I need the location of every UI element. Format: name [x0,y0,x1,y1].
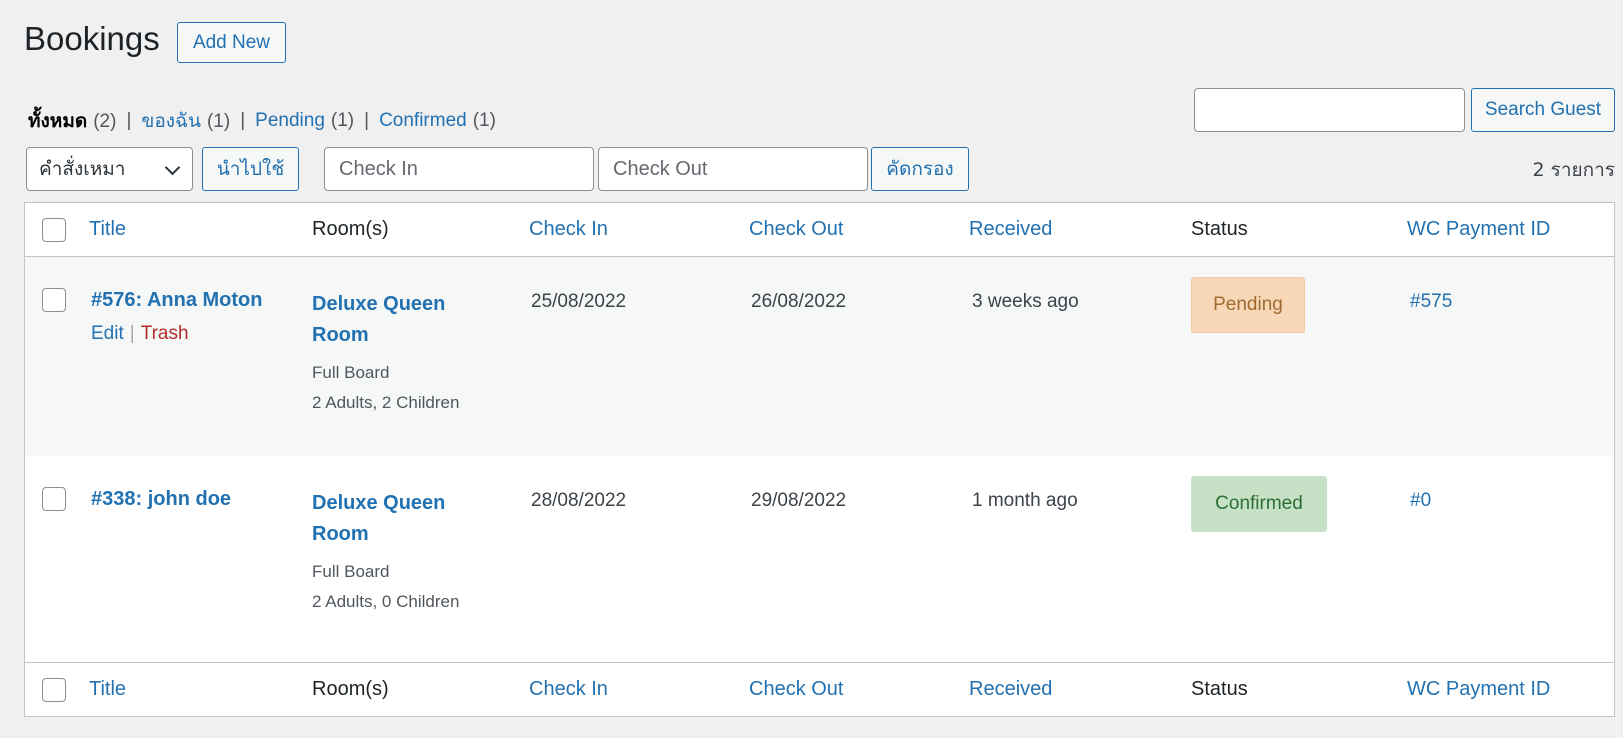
row-checkbox[interactable] [42,487,66,511]
check-in-filter-input[interactable]: Check In [324,147,594,191]
check-out-date: 26/08/2022 [751,291,847,312]
filter-button[interactable]: คัดกรอง [871,147,969,191]
column-status: Status [1191,678,1248,700]
row-actions: Edit | Trash [91,323,189,345]
view-mine[interactable]: ของฉัน (1) [141,106,230,136]
search-guest-button[interactable]: Search Guest [1471,88,1615,132]
board-type: Full Board [312,363,390,382]
check-in-date: 28/08/2022 [531,490,627,511]
check-out-date: 29/08/2022 [751,490,847,511]
bulk-action-selected: คำสั่งเหมา [39,158,126,180]
booking-title-link[interactable]: #576: Anna Moton [91,289,263,312]
table-header: Title Room(s) Check In Check Out Receive… [25,203,1614,257]
room-link[interactable]: Deluxe Queen Room [312,488,482,550]
column-received[interactable]: Received [969,218,1052,241]
table-row: #338: john doe Deluxe Queen Room Full Bo… [25,456,1614,655]
view-separator: | [364,110,370,131]
bulk-action-select[interactable]: คำสั่งเหมา [26,147,193,191]
guest-count: 2 Adults, 2 Children [312,393,460,412]
view-filters: ทั้งหมด (2) | ของฉัน (1) | Pending (1) | Co… [28,106,496,136]
column-check-in[interactable]: Check In [529,218,608,241]
payment-id-link[interactable]: #575 [1410,291,1452,313]
view-pending[interactable]: Pending (1) [255,110,354,132]
view-separator: | [126,110,132,131]
table-row: #576: Anna Moton Edit | Trash Deluxe Queen… [25,257,1614,456]
view-confirmed[interactable]: Confirmed (1) [379,110,496,132]
room-link[interactable]: Deluxe Queen Room [312,289,482,351]
status-badge: Pending [1191,277,1305,333]
row-checkbox[interactable] [42,288,66,312]
column-received[interactable]: Received [969,678,1052,701]
table-footer: Title Room(s) Check In Check Out Receive… [25,662,1614,716]
board-type: Full Board [312,562,390,581]
column-title[interactable]: Title [89,678,126,701]
check-out-filter-input[interactable]: Check Out [598,147,868,191]
view-all[interactable]: ทั้งหมด (2) [28,106,116,136]
column-title[interactable]: Title [89,218,126,241]
column-status: Status [1191,218,1248,240]
guest-count: 2 Adults, 0 Children [312,592,460,611]
chevron-down-icon [164,159,181,176]
select-all-checkbox[interactable] [42,218,66,242]
action-separator: | [129,323,135,344]
bookings-table: Title Room(s) Check In Check Out Receive… [24,202,1615,717]
view-separator: | [240,110,246,131]
booking-title-link[interactable]: #338: john doe [91,488,231,511]
add-new-button[interactable]: Add New [177,22,286,63]
check-in-date: 25/08/2022 [531,291,627,312]
apply-button[interactable]: นำไปใช้ [202,147,299,191]
edit-link[interactable]: Edit [91,323,124,344]
select-all-checkbox-footer[interactable] [42,678,66,702]
column-rooms: Room(s) [312,678,389,700]
column-check-out[interactable]: Check Out [749,678,843,701]
page-title: Bookings [24,20,160,57]
trash-link[interactable]: Trash [141,323,189,344]
payment-id-link[interactable]: #0 [1410,490,1431,512]
column-check-out[interactable]: Check Out [749,218,843,241]
received-time: 1 month ago [972,490,1078,511]
column-check-in[interactable]: Check In [529,678,608,701]
column-rooms: Room(s) [312,218,389,240]
search-guest-input[interactable] [1194,88,1465,132]
received-time: 3 weeks ago [972,291,1079,312]
items-count: 2 รายการ [1532,159,1615,181]
column-wc-payment-id[interactable]: WC Payment ID [1407,218,1550,241]
column-wc-payment-id[interactable]: WC Payment ID [1407,678,1550,701]
status-badge: Confirmed [1191,476,1327,532]
